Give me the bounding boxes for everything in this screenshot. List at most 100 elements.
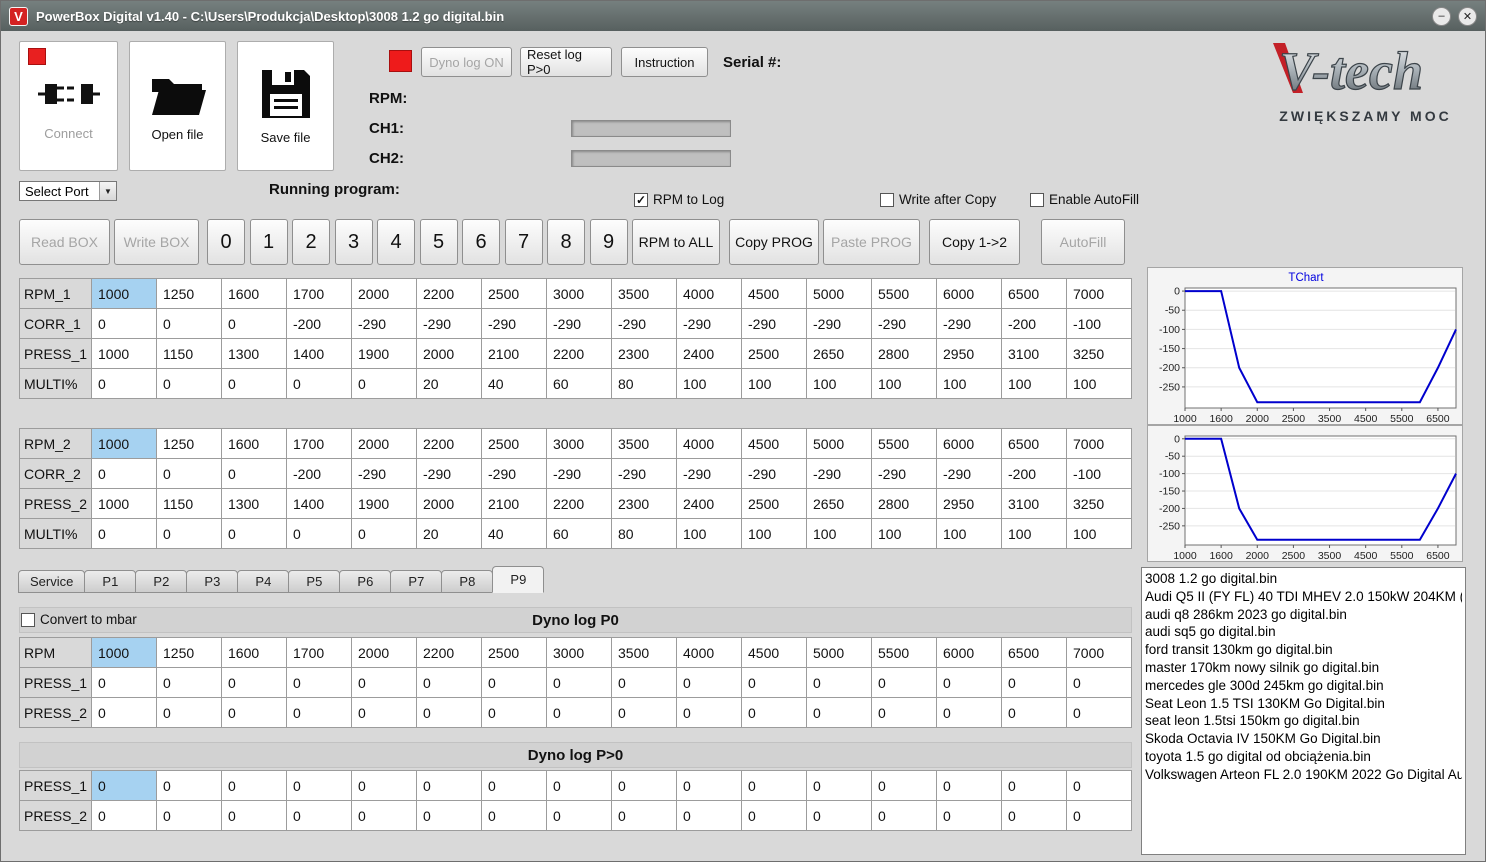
dyno-log-on-button[interactable]: Dyno log ON [421,47,512,77]
file-item[interactable]: Seat Leon 1.5 TSI 130KM Go Digital.bin [1145,695,1462,713]
table-cell[interactable]: 2400 [676,338,742,369]
open-file-button[interactable]: Open file [129,41,226,171]
table-cell[interactable]: 100 [806,518,872,549]
table-cell[interactable]: 0 [416,800,482,831]
table-cell[interactable]: 2500 [741,488,807,519]
table-cell[interactable]: 6000 [936,278,1002,309]
table-cell[interactable]: 2200 [416,637,482,668]
digit-button-7[interactable]: 7 [504,219,543,265]
table-cell[interactable]: 3000 [546,278,612,309]
file-list[interactable]: 3008 1.2 go digital.bin Audi Q5 II (FY FL… [1141,567,1466,855]
table-cell[interactable]: 100 [676,518,742,549]
table-cell[interactable]: 7000 [1066,637,1132,668]
table-cell[interactable]: 1700 [286,637,352,668]
table-cell[interactable]: 2000 [351,637,417,668]
paste-prog-button[interactable]: Paste PROG [823,219,920,265]
digit-button-1[interactable]: 1 [249,219,288,265]
table-cell[interactable]: -290 [611,308,677,339]
file-item[interactable]: Skoda Octavia IV 150KM Go Digital.bin [1145,730,1462,748]
copy-prog-button[interactable]: Copy PROG [729,219,819,265]
table-cell[interactable]: -100 [1066,308,1132,339]
table-cell[interactable]: 1300 [221,338,287,369]
save-file-button[interactable]: Save file [237,41,334,171]
table-cell[interactable]: 0 [481,667,547,698]
digit-button-8[interactable]: 8 [547,219,585,265]
tab-p9[interactable]: P9 [492,566,545,593]
connect-button[interactable]: Connect [19,41,118,171]
table-cell[interactable]: 0 [156,518,222,549]
table-cell[interactable]: 0 [546,667,612,698]
table-cell[interactable]: 1700 [286,278,352,309]
table-cell[interactable]: -290 [676,308,742,339]
table-cell[interactable]: 0 [156,308,222,339]
table-cell[interactable]: 0 [1001,667,1067,698]
table-cell[interactable]: -290 [806,458,872,489]
table-cell[interactable]: 0 [481,697,547,728]
table-cell[interactable]: 0 [871,667,937,698]
file-item[interactable]: ford transit 130km go digital.bin [1145,641,1462,659]
table-cell[interactable]: 2500 [481,637,547,668]
table-cell[interactable]: 2500 [741,338,807,369]
table-cell[interactable]: -200 [286,458,352,489]
table-cell[interactable]: 7000 [1066,278,1132,309]
table-cell[interactable]: -290 [546,458,612,489]
table-cell[interactable]: 0 [741,770,807,801]
table-cell[interactable]: 1900 [351,488,417,519]
table-cell[interactable]: 0 [221,308,287,339]
table-cell[interactable]: -290 [806,308,872,339]
table-cell[interactable]: 0 [546,697,612,728]
table-cell[interactable]: 1250 [156,428,222,459]
file-item[interactable]: master 170km nowy silnik go digital.bin [1145,659,1462,677]
table-cell[interactable]: 100 [676,368,742,399]
file-item[interactable]: 3008 1.2 go digital.bin [1145,570,1462,588]
table-cell[interactable]: 0 [221,518,287,549]
table-cell[interactable]: 2800 [871,338,937,369]
table-cell[interactable]: 0 [936,667,1002,698]
table-cell[interactable]: 4000 [676,428,742,459]
table-cell[interactable]: -290 [351,458,417,489]
table-cell[interactable]: 1250 [156,637,222,668]
table-cell[interactable]: 100 [1066,518,1132,549]
table-cell[interactable]: 0 [221,697,287,728]
table-cell[interactable]: 0 [221,800,287,831]
table-cell[interactable]: 0 [1001,770,1067,801]
table-cell[interactable]: 0 [351,518,417,549]
table-cell[interactable]: 2000 [416,488,482,519]
table-cell[interactable]: 0 [676,697,742,728]
enable-autofill-checkbox[interactable]: Enable AutoFill [1030,192,1139,207]
table-cell[interactable]: -290 [871,458,937,489]
table-cell[interactable]: 2200 [416,428,482,459]
table-cell[interactable]: 0 [936,770,1002,801]
table-cell[interactable]: 3100 [1001,488,1067,519]
copy-1-to-2-button[interactable]: Copy 1->2 [929,219,1020,265]
file-item[interactable]: audi q8 286km 2023 go digital.bin [1145,606,1462,624]
table-cell[interactable]: -290 [741,458,807,489]
table-cell[interactable]: 2200 [546,338,612,369]
table-cell[interactable]: 0 [806,770,872,801]
tab-p2[interactable]: P2 [135,570,188,593]
table-cell[interactable]: 0 [221,667,287,698]
convert-to-mbar-checkbox[interactable]: Convert to mbar [21,612,137,627]
table-cell[interactable]: 60 [546,518,612,549]
tab-p4[interactable]: P4 [237,570,290,593]
table-cell[interactable]: 5500 [871,278,937,309]
table-cell[interactable]: 0 [91,458,157,489]
file-item[interactable]: Volkswagen Arteon FL 2.0 190KM 2022 Go D… [1145,766,1462,784]
tab-p3[interactable]: P3 [186,570,239,593]
digit-button-6[interactable]: 6 [462,219,500,265]
table-cell[interactable]: 0 [91,770,157,801]
table-cell[interactable]: 1000 [91,338,157,369]
table-cell[interactable]: 0 [1001,800,1067,831]
table-cell[interactable]: 4000 [676,637,742,668]
table-cell[interactable]: -290 [416,458,482,489]
table-cell[interactable]: 0 [936,800,1002,831]
close-button[interactable]: ✕ [1458,6,1477,26]
tab-service[interactable]: Service [18,570,86,593]
table-cell[interactable]: 7000 [1066,428,1132,459]
table-cell[interactable]: -290 [611,458,677,489]
table-cell[interactable]: 100 [936,368,1002,399]
table-cell[interactable]: 5500 [871,428,937,459]
table-cell[interactable]: 0 [1066,697,1132,728]
table-cell[interactable]: -290 [936,308,1002,339]
table-cell[interactable]: 0 [871,770,937,801]
